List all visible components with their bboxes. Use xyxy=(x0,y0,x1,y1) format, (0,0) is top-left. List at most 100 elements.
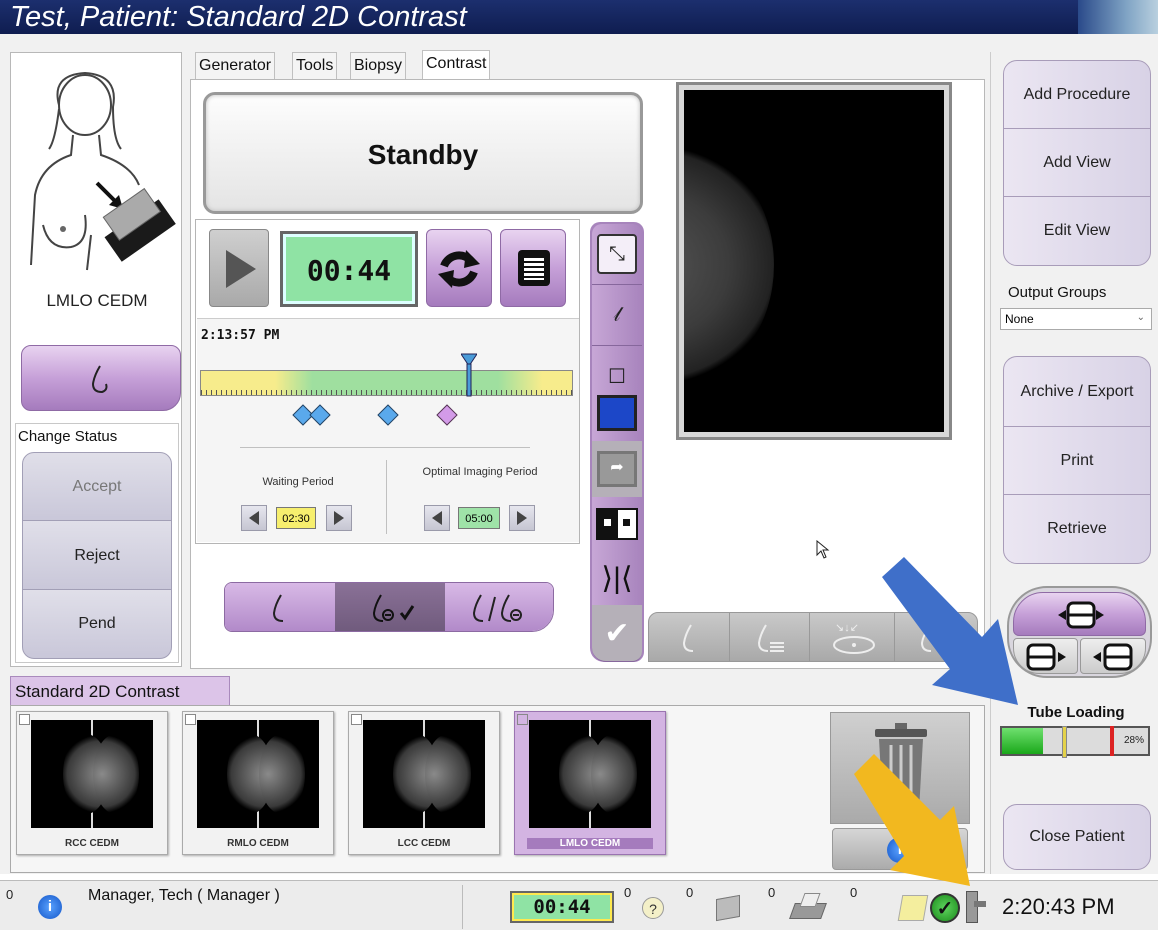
title-bar: Test, Patient: Standard 2D Contrast xyxy=(0,0,1158,34)
image-preview-frame xyxy=(676,82,952,440)
reset-timer-button[interactable] xyxy=(426,229,492,307)
tool-mirror[interactable]: ⟩|⟨ xyxy=(592,551,642,606)
thumbnail-label: LMLO CEDM xyxy=(527,838,653,849)
print-button[interactable]: Print xyxy=(1003,426,1151,496)
generator-status-text: Standby xyxy=(367,139,479,170)
checkmark-icon: ✔ xyxy=(604,616,630,650)
notes-button[interactable] xyxy=(500,229,566,307)
optimal-period-value: 05:00 xyxy=(458,507,500,529)
period-divider xyxy=(386,460,387,534)
output-groups-label: Output Groups xyxy=(1008,284,1107,301)
left-arrow-icon xyxy=(249,511,259,525)
optimal-increase-button[interactable] xyxy=(509,505,535,531)
generator-status-display: Standby xyxy=(203,92,643,214)
tube-loading-gauge: 28% xyxy=(1000,726,1150,758)
tube-loading-limit-mark xyxy=(1110,726,1114,756)
play-icon xyxy=(226,250,256,288)
edit-view-button[interactable]: Edit View xyxy=(1003,196,1151,266)
count-2: 0 xyxy=(686,885,694,900)
refresh-icon xyxy=(438,250,480,288)
detector-icon[interactable] xyxy=(710,894,744,922)
pend-button[interactable]: Pend xyxy=(22,589,172,659)
paddle-center-button[interactable] xyxy=(1013,592,1146,636)
right-arrow-icon xyxy=(334,511,344,525)
change-status-label: Change Status xyxy=(18,428,118,445)
optimal-decrease-button[interactable] xyxy=(424,505,450,531)
procedure-tab[interactable]: Standard 2D Contrast xyxy=(10,676,230,706)
tool-accept: ✔ xyxy=(592,605,642,662)
thumbnail-rmlo-cedm[interactable]: RMLO CEDM xyxy=(182,711,334,855)
thumbnail-rcc-cedm[interactable]: RCC CEDM xyxy=(16,711,168,855)
count-1: 0 xyxy=(624,885,632,900)
waiting-decrease-button[interactable] xyxy=(241,505,267,531)
waiting-increase-button[interactable] xyxy=(326,505,352,531)
retrieve-button[interactable]: Retrieve xyxy=(1003,494,1151,564)
help-icon[interactable]: ? xyxy=(642,897,664,919)
add-procedure-button[interactable]: Add Procedure xyxy=(1003,60,1151,130)
timeline-divider xyxy=(240,447,530,448)
subtracted-breast-icon xyxy=(372,594,415,622)
thumbnail-checkbox[interactable] xyxy=(351,714,362,725)
status-clock: 2:20:43 PM xyxy=(1002,894,1115,919)
output-groups-value: None xyxy=(1005,312,1034,326)
paddle-center-icon xyxy=(1058,601,1104,629)
add-view-button[interactable]: Add View xyxy=(1003,128,1151,198)
zoom-fit-icon: ⤡ xyxy=(597,234,637,274)
left-arrow-icon xyxy=(432,511,442,525)
thumbnail-checkbox[interactable] xyxy=(517,714,528,725)
breast-icon xyxy=(272,594,284,622)
breast-ruler-icon xyxy=(757,624,784,652)
view-mode-split[interactable] xyxy=(445,583,553,631)
thumbnail-lcc-cedm[interactable]: LCC CEDM xyxy=(348,711,500,855)
yellow-annotation-arrow xyxy=(854,754,970,886)
tool-auto-window[interactable]: ⤡ xyxy=(592,224,642,285)
view-breast-button[interactable] xyxy=(21,345,181,411)
printer-icon[interactable] xyxy=(788,891,828,923)
tube-loading-value: 28% xyxy=(1123,735,1144,746)
mirror-icon: ⟩|⟨ xyxy=(601,561,633,595)
statusbar-timer-text: 00:44 xyxy=(533,896,591,918)
info-icon[interactable]: i xyxy=(38,895,62,919)
thumbnail-checkbox[interactable] xyxy=(185,714,196,725)
thumbnail-lmlo-cedm[interactable]: LMLO CEDM xyxy=(514,711,666,855)
mammogram-preview xyxy=(684,90,944,432)
statusbar-timer[interactable]: 00:44 xyxy=(510,891,614,923)
tool-ruler[interactable]: 𝓁 xyxy=(592,285,642,346)
patient-position-icon xyxy=(30,71,176,271)
output-groups-select[interactable]: None ⌄ xyxy=(1000,308,1152,330)
thumbnail-label: RCC CEDM xyxy=(65,838,119,849)
chevron-down-icon: ⌄ xyxy=(1136,312,1145,323)
paddle-left-icon xyxy=(1026,643,1066,671)
alert-count: 0 xyxy=(6,887,14,902)
tube-loading-fill xyxy=(1002,728,1043,754)
breast-ruler-icon: 𝓁 xyxy=(613,303,621,326)
view-mode-low-energy[interactable] xyxy=(225,583,335,631)
accept-button[interactable]: Accept xyxy=(22,452,172,522)
timeline-marker[interactable] xyxy=(460,352,477,398)
send-monitor-icon: ➦ xyxy=(597,451,637,487)
start-timer-button[interactable] xyxy=(209,229,269,307)
view-mode-subtracted[interactable] xyxy=(335,583,445,631)
reject-button[interactable]: Reject xyxy=(22,520,172,591)
title-decoration xyxy=(1078,0,1158,34)
monitor-icon xyxy=(597,395,637,431)
invert-icon xyxy=(596,508,638,540)
thumbnail-checkbox[interactable] xyxy=(19,714,30,725)
thumbnail-label: RMLO CEDM xyxy=(227,838,289,849)
clock-time: 2:13:57 PM xyxy=(201,328,280,343)
notepad-icon xyxy=(518,250,550,286)
tool-display[interactable] xyxy=(592,385,642,442)
split-breast-icon xyxy=(472,594,522,622)
view-label: LMLO CEDM xyxy=(46,291,148,310)
waiting-period-label: Waiting Period xyxy=(262,476,334,488)
close-patient-button[interactable]: Close Patient xyxy=(1003,804,1151,870)
archive-export-button[interactable]: Archive / Export xyxy=(1003,356,1151,428)
count-3: 0 xyxy=(768,885,776,900)
svg-text:↘↓↙: ↘↓↙ xyxy=(835,622,859,634)
user-name[interactable]: Manager, Tech ( Manager ) xyxy=(88,887,280,905)
tool-flip[interactable] xyxy=(592,497,642,552)
breast-view-icon xyxy=(91,365,108,394)
mouse-cursor-icon xyxy=(816,540,830,559)
waiting-period-value: 02:30 xyxy=(276,507,316,529)
window-title: Test, Patient: Standard 2D Contrast xyxy=(10,1,467,33)
